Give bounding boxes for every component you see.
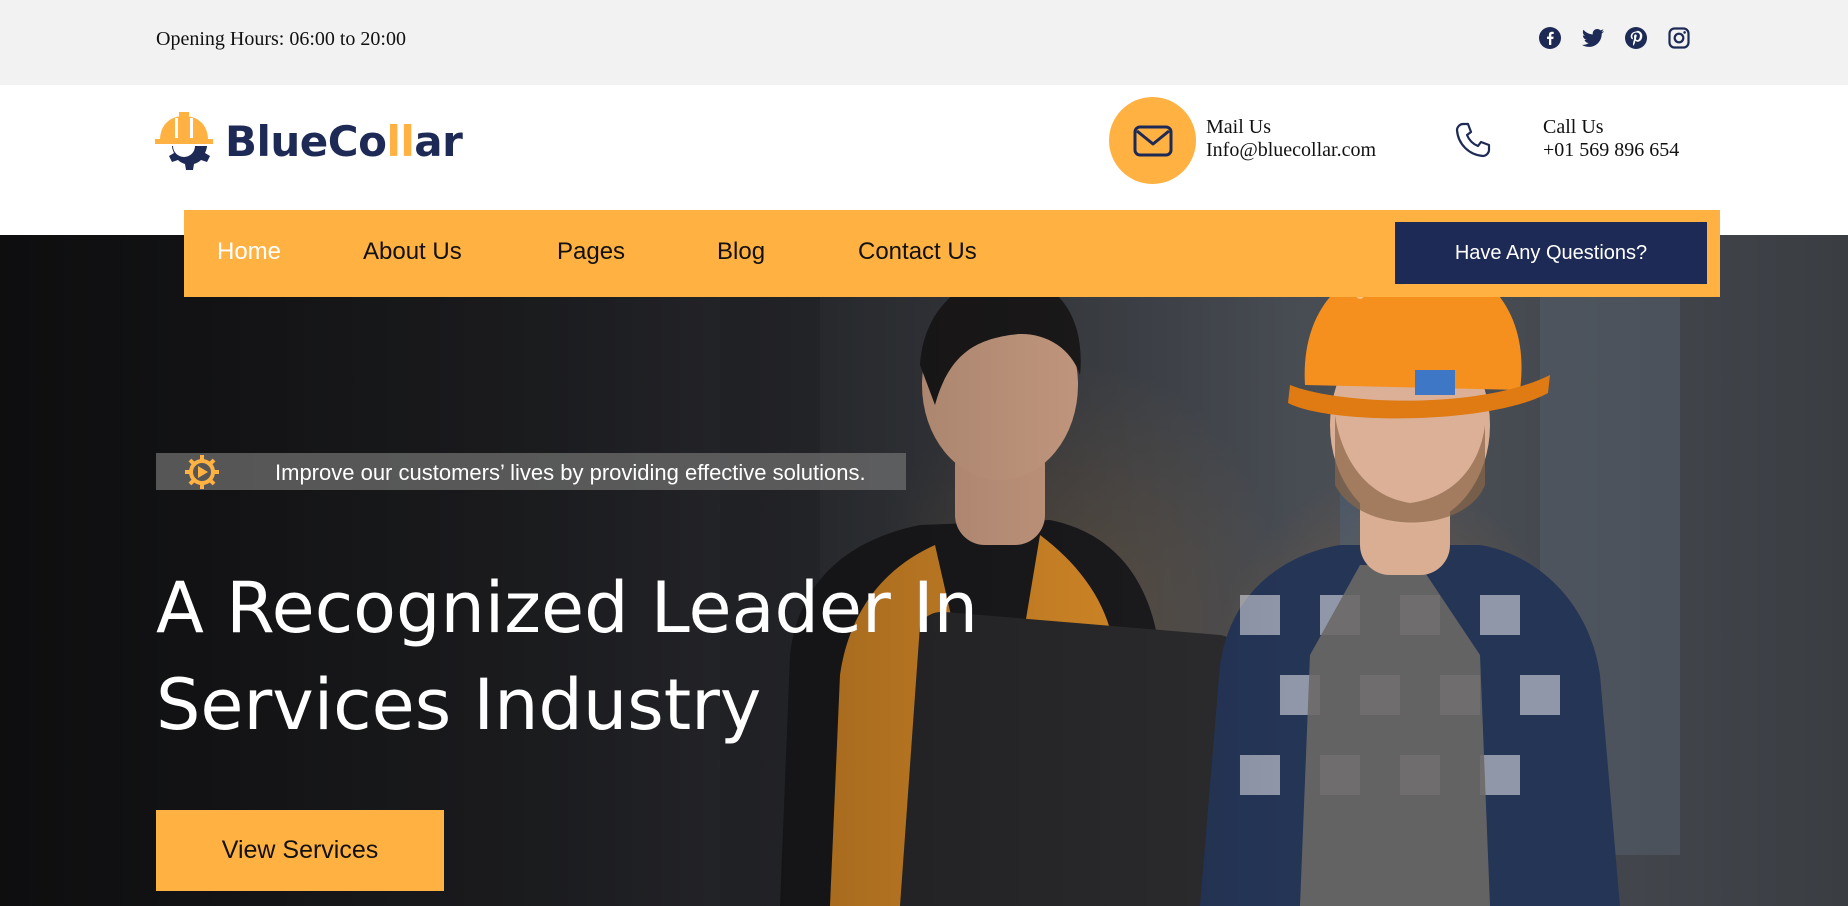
twitter-icon[interactable] <box>1581 26 1605 50</box>
mail-label: Mail Us <box>1206 116 1271 138</box>
instagram-icon[interactable] <box>1667 26 1691 50</box>
pinterest-icon[interactable] <box>1624 26 1648 50</box>
nav-item-contact-us[interactable]: Contact Us <box>858 238 977 266</box>
tagline-text: Improve our customers’ lives by providin… <box>275 460 866 485</box>
call-label: Call Us <box>1543 116 1604 138</box>
top-bar: Opening Hours: 06:00 to 20:00 <box>0 0 1848 85</box>
logo-text-part3: ar <box>414 116 463 166</box>
gear-icon <box>185 455 219 489</box>
logo-icon <box>155 112 213 170</box>
logo-text-accent: ll <box>386 116 415 166</box>
have-questions-button[interactable]: Have Any Questions? <box>1395 222 1707 284</box>
social-links <box>1538 26 1691 50</box>
nav-item-pages[interactable]: Pages <box>557 238 625 266</box>
hero-tagline: Improve our customers’ lives by providin… <box>156 453 906 490</box>
hero-title-line-1: A Recognized Leader In <box>156 567 979 649</box>
hero-title: A Recognized Leader In Services Industry <box>156 560 1056 754</box>
mail-address[interactable]: Info@bluecollar.com <box>1206 139 1376 162</box>
nav-item-home[interactable]: Home <box>217 238 281 266</box>
logo-text-part1: BlueCo <box>225 116 387 166</box>
envelope-icon <box>1133 125 1172 156</box>
logo-wordmark: BlueCollar <box>225 116 463 166</box>
mail-contact: Mail Us Info@bluecollar.com <box>1206 116 1376 162</box>
mail-badge[interactable] <box>1109 97 1196 184</box>
call-contact: Call Us +01 569 896 654 <box>1543 116 1679 162</box>
phone-number[interactable]: +01 569 896 654 <box>1543 139 1679 162</box>
view-services-button[interactable]: View Services <box>156 810 444 891</box>
opening-hours: Opening Hours: 06:00 to 20:00 <box>156 28 406 50</box>
main-nav: Home About Us Pages Blog Contact Us Have… <box>184 210 1720 297</box>
hero-title-line-2: Services Industry <box>156 664 762 746</box>
logo[interactable]: BlueCollar <box>155 110 463 172</box>
nav-item-blog[interactable]: Blog <box>717 238 765 266</box>
nav-item-about-us[interactable]: About Us <box>363 238 462 266</box>
phone-icon <box>1455 122 1491 158</box>
facebook-icon[interactable] <box>1538 26 1562 50</box>
